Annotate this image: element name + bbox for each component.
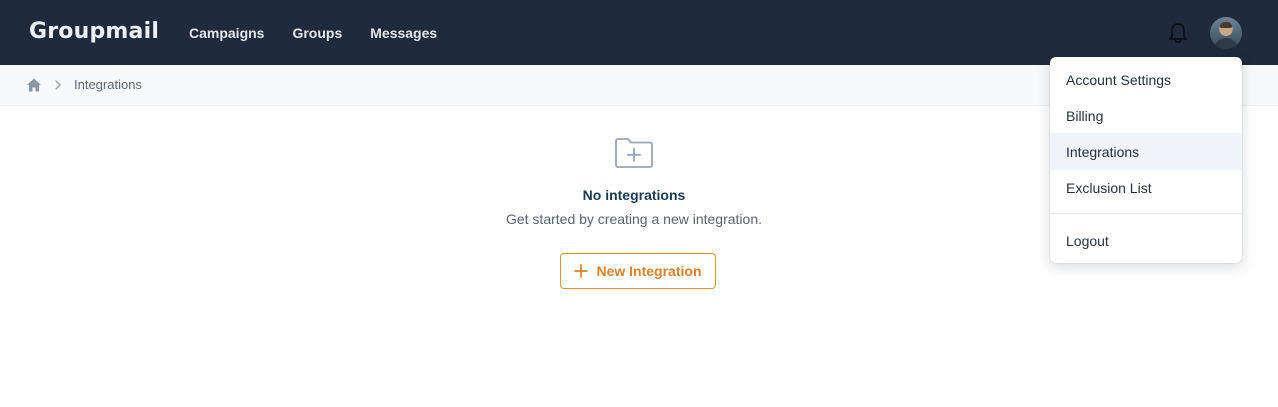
plus-icon xyxy=(574,264,589,278)
folder-plus-icon xyxy=(615,138,653,168)
avatar-shoulders xyxy=(1214,38,1238,49)
new-integration-button[interactable]: New Integration xyxy=(560,253,716,289)
chevron-right-icon xyxy=(55,80,61,90)
breadcrumb-current[interactable]: Integrations xyxy=(74,77,142,92)
menu-item-billing[interactable]: Billing xyxy=(1050,97,1242,134)
app-logo[interactable]: Groupmail xyxy=(29,19,159,44)
menu-item-integrations[interactable]: Integrations xyxy=(1050,133,1242,170)
menu-divider xyxy=(1050,213,1242,214)
user-menu-dropdown: Account Settings Billing Integrations Ex… xyxy=(1050,57,1242,263)
menu-item-account-settings[interactable]: Account Settings xyxy=(1050,61,1242,98)
menu-item-exclusion-list[interactable]: Exclusion List xyxy=(1050,169,1242,206)
top-navbar: Groupmail Campaigns Groups Messages xyxy=(0,0,1278,65)
home-icon[interactable] xyxy=(26,77,42,93)
menu-item-logout[interactable]: Logout xyxy=(1050,222,1242,259)
nav-messages[interactable]: Messages xyxy=(370,25,437,41)
avatar-hair xyxy=(1220,22,1232,28)
main-nav: Campaigns Groups Messages xyxy=(189,0,465,65)
user-avatar[interactable] xyxy=(1210,17,1242,49)
bell-icon[interactable] xyxy=(1167,21,1189,45)
new-integration-label: New Integration xyxy=(596,263,702,279)
nav-groups[interactable]: Groups xyxy=(292,25,342,41)
nav-campaigns[interactable]: Campaigns xyxy=(189,25,264,41)
